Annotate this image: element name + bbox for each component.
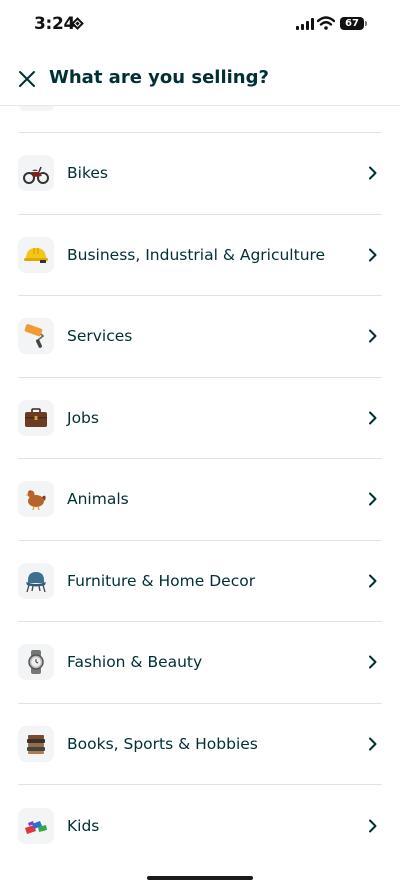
hen-icon [18, 481, 54, 518]
category-item-fashion-beauty[interactable]: Fashion & Beauty [18, 622, 382, 704]
chevron-right-icon [369, 492, 377, 506]
chevron-right-icon [369, 411, 377, 425]
category-label: Bikes [67, 164, 108, 183]
category-item-animals[interactable]: Animals [18, 459, 382, 541]
category-label: Fashion & Beauty [67, 653, 203, 672]
status-time: 3:24 [34, 14, 76, 34]
category-item-services[interactable]: Services [18, 296, 382, 378]
toy-blocks-icon [18, 807, 54, 844]
chevron-right-icon [369, 248, 377, 262]
category-label: Business, Industrial & Agriculture [67, 245, 326, 264]
chevron-right-icon [369, 329, 377, 343]
category-item-bikes[interactable]: Bikes [18, 133, 382, 215]
chevron-right-icon [369, 655, 377, 669]
list-item-partial[interactable] [18, 106, 382, 133]
category-item-business-industrial-agriculture[interactable]: Business, Industrial & Agriculture [18, 215, 382, 296]
category-list: Bikes Business, Industrial & Agriculture [18, 133, 382, 867]
category-label: Animals [67, 490, 129, 509]
category-label: Kids [67, 816, 100, 835]
battery-indicator: 67 [340, 17, 367, 30]
paint-roller-icon [18, 318, 54, 355]
category-label: Furniture & Home Decor [67, 571, 256, 590]
hard-hat-icon [18, 236, 54, 273]
briefcase-icon [18, 399, 54, 436]
chevron-right-icon [369, 166, 377, 180]
cellular-signal-icon [296, 18, 314, 30]
home-indicator[interactable] [147, 876, 253, 880]
category-item-furniture-home-decor[interactable]: Furniture & Home Decor [18, 541, 382, 622]
category-label: Services [67, 327, 133, 346]
header: What are you selling? [0, 52, 400, 106]
status-bar: 3:24 67 [0, 0, 400, 50]
motorbike-icon [18, 155, 54, 192]
category-label: Jobs [67, 408, 99, 427]
category-item-kids[interactable]: Kids [18, 785, 382, 867]
category-item-books-sports-hobbies[interactable]: Books, Sports & Hobbies [18, 704, 382, 785]
chevron-right-icon [369, 819, 377, 833]
category-item-jobs[interactable]: Jobs [18, 378, 382, 459]
chevron-right-icon [369, 737, 377, 751]
books-stack-icon [18, 725, 54, 762]
wristwatch-icon [18, 644, 54, 681]
category-icon-tile [19, 106, 54, 111]
armchair-icon [18, 562, 54, 599]
close-icon[interactable] [14, 66, 40, 92]
chevron-right-icon [369, 574, 377, 588]
wifi-icon [317, 16, 335, 30]
category-label: Books, Sports & Hobbies [67, 734, 258, 753]
page-title: What are you selling? [49, 67, 269, 88]
